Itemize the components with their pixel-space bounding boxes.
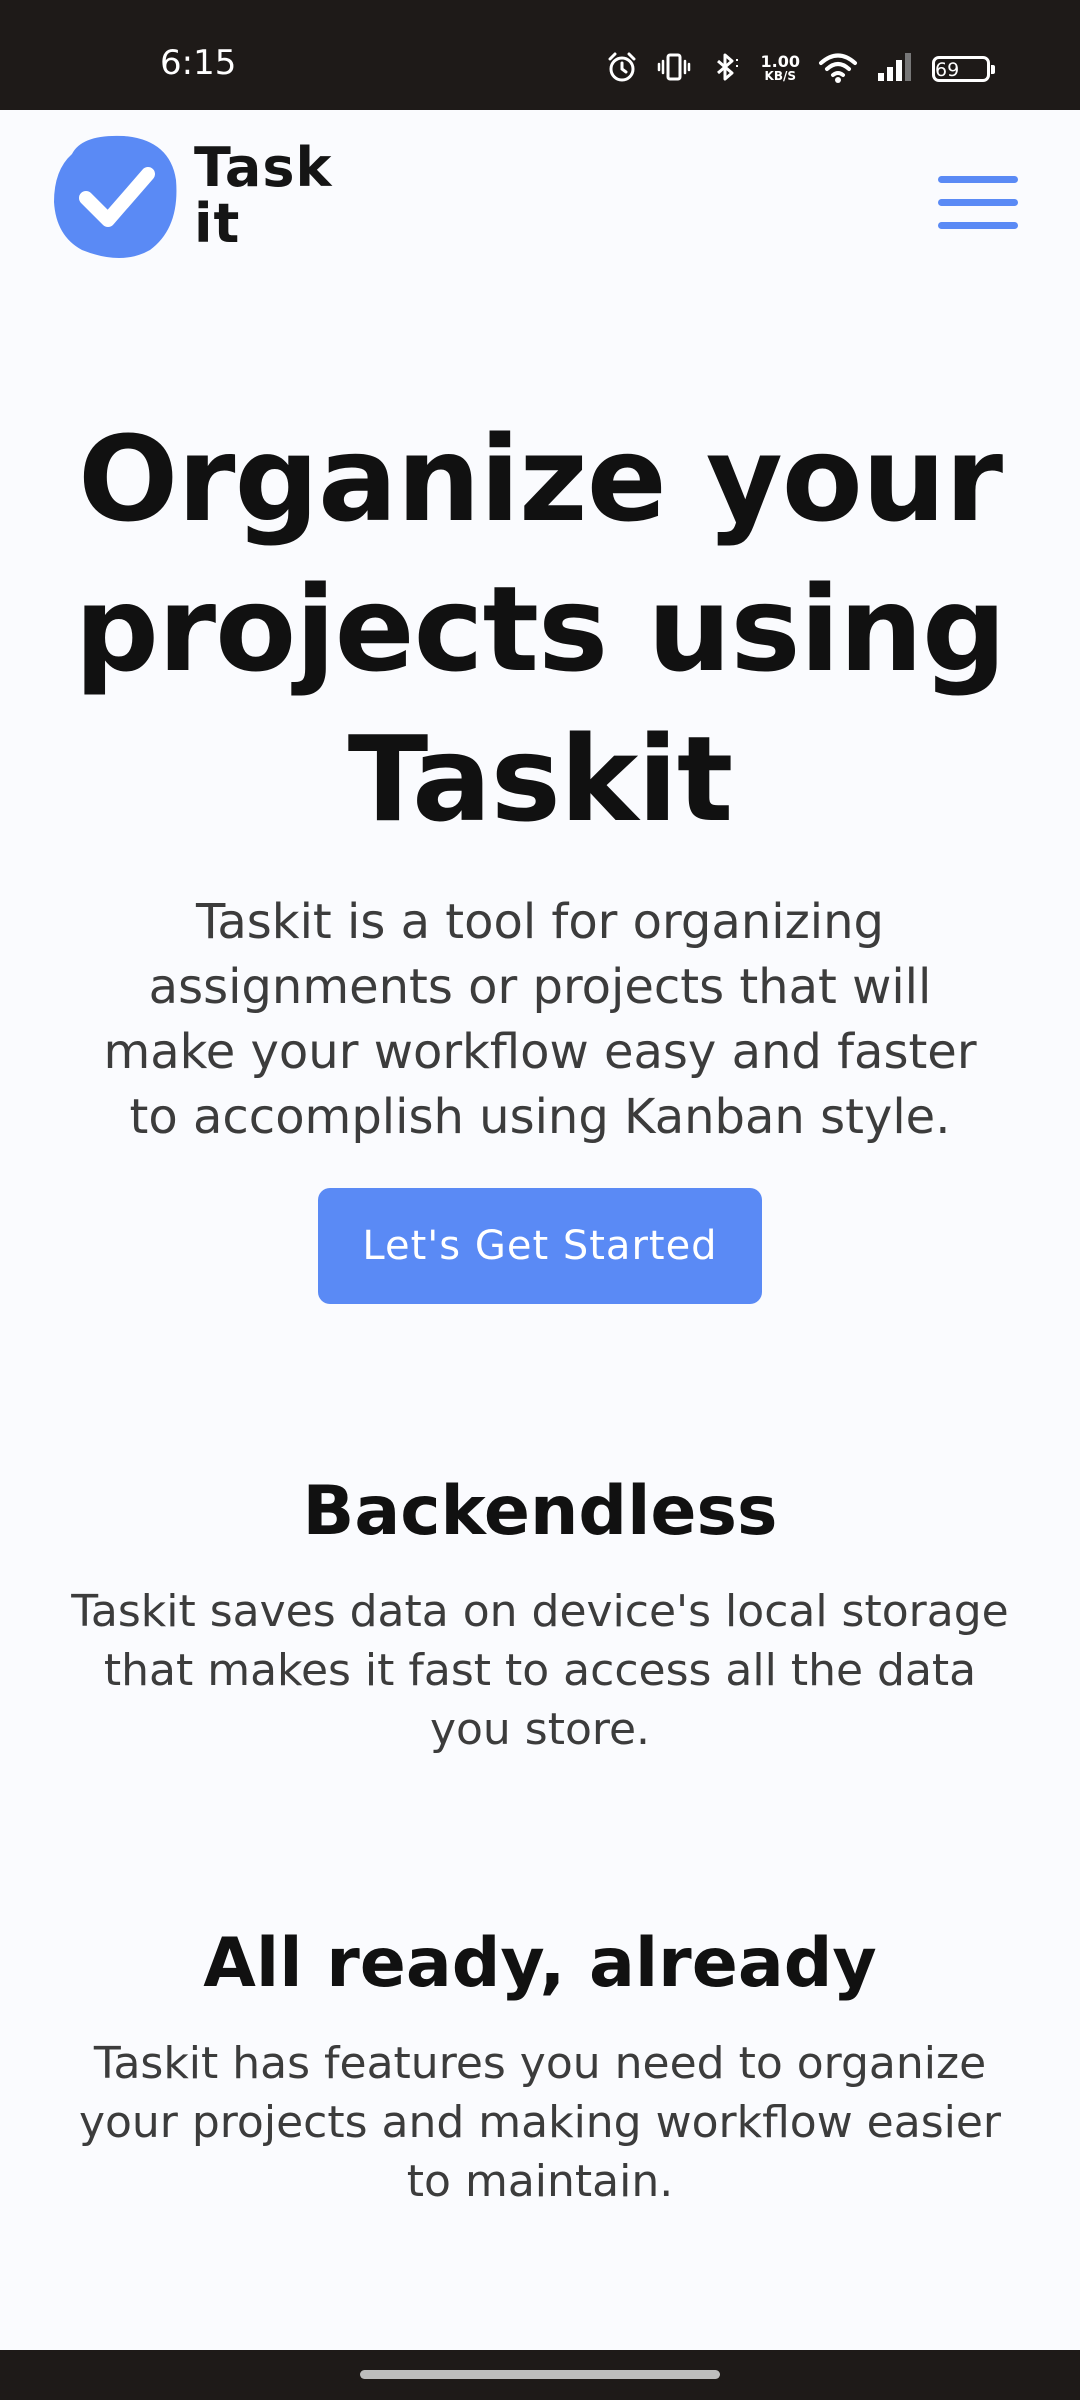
hero-desc-line: assignments or projects that will [148,959,932,1015]
hero-title-line: Organize your [77,410,1003,548]
hero-description: Taskit is a tool for organizing assignme… [60,890,1020,1150]
battery-level: 69 [935,59,960,81]
signal-icon [876,51,914,87]
feature-title-all-ready: All ready, already [203,1924,877,2003]
menu-line [938,199,1018,206]
logo[interactable] [52,132,180,260]
get-started-button[interactable]: Let's Get Started [318,1188,762,1304]
feature-desc-line: to maintain. [406,2156,674,2207]
logo-text: Task it [194,140,332,252]
network-speed-unit: KB/S [764,69,796,83]
feature-desc-line: that makes it fast to access all the dat… [103,1645,977,1696]
alarm-icon [605,50,639,88]
logo-text-line1: Task [194,136,333,199]
hero-title-line: projects using [74,560,1006,698]
system-navigation-bar [0,2350,1080,2400]
feature-description-backendless: Taskit saves data on device's local stor… [50,1582,1030,1759]
logo-text-line2: it [194,192,241,255]
status-icons: 1.00 KB/S 69 [605,50,995,88]
hero-desc-line: Taskit is a tool for organizing [195,894,884,950]
bluetooth-icon [709,50,743,88]
network-speed: 1.00 KB/S [761,54,800,84]
vibrate-icon [657,50,691,88]
feature-desc-line: Taskit saves data on device's local stor… [71,1586,1009,1637]
status-bar: 6:15 1.00 KB/S 69 [0,0,1080,110]
menu-line [938,176,1018,183]
hero-desc-line: to accomplish using Kanban style. [129,1089,951,1145]
hero-title-line: Taskit [347,710,733,848]
hamburger-menu-icon[interactable] [938,176,1018,232]
hero-title: Organize your projects using Taskit [0,404,1080,854]
network-speed-value: 1.00 [760,52,800,71]
home-indicator[interactable] [360,2370,720,2379]
feature-description-all-ready: Taskit has features you need to organize… [50,2034,1030,2211]
feature-title-backendless: Backendless [302,1472,778,1551]
feature-desc-line: you store. [429,1704,651,1755]
status-time: 6:15 [160,43,237,83]
menu-line [938,222,1018,229]
wifi-icon [818,50,858,88]
feature-desc-line: Taskit has features you need to organize [93,2038,987,2089]
checkmark-logo-icon [54,135,177,258]
feature-desc-line: your projects and making workflow easier [78,2097,1002,2148]
battery-icon: 69 [932,56,995,82]
hero-desc-line: make your workflow easy and faster [103,1024,977,1080]
